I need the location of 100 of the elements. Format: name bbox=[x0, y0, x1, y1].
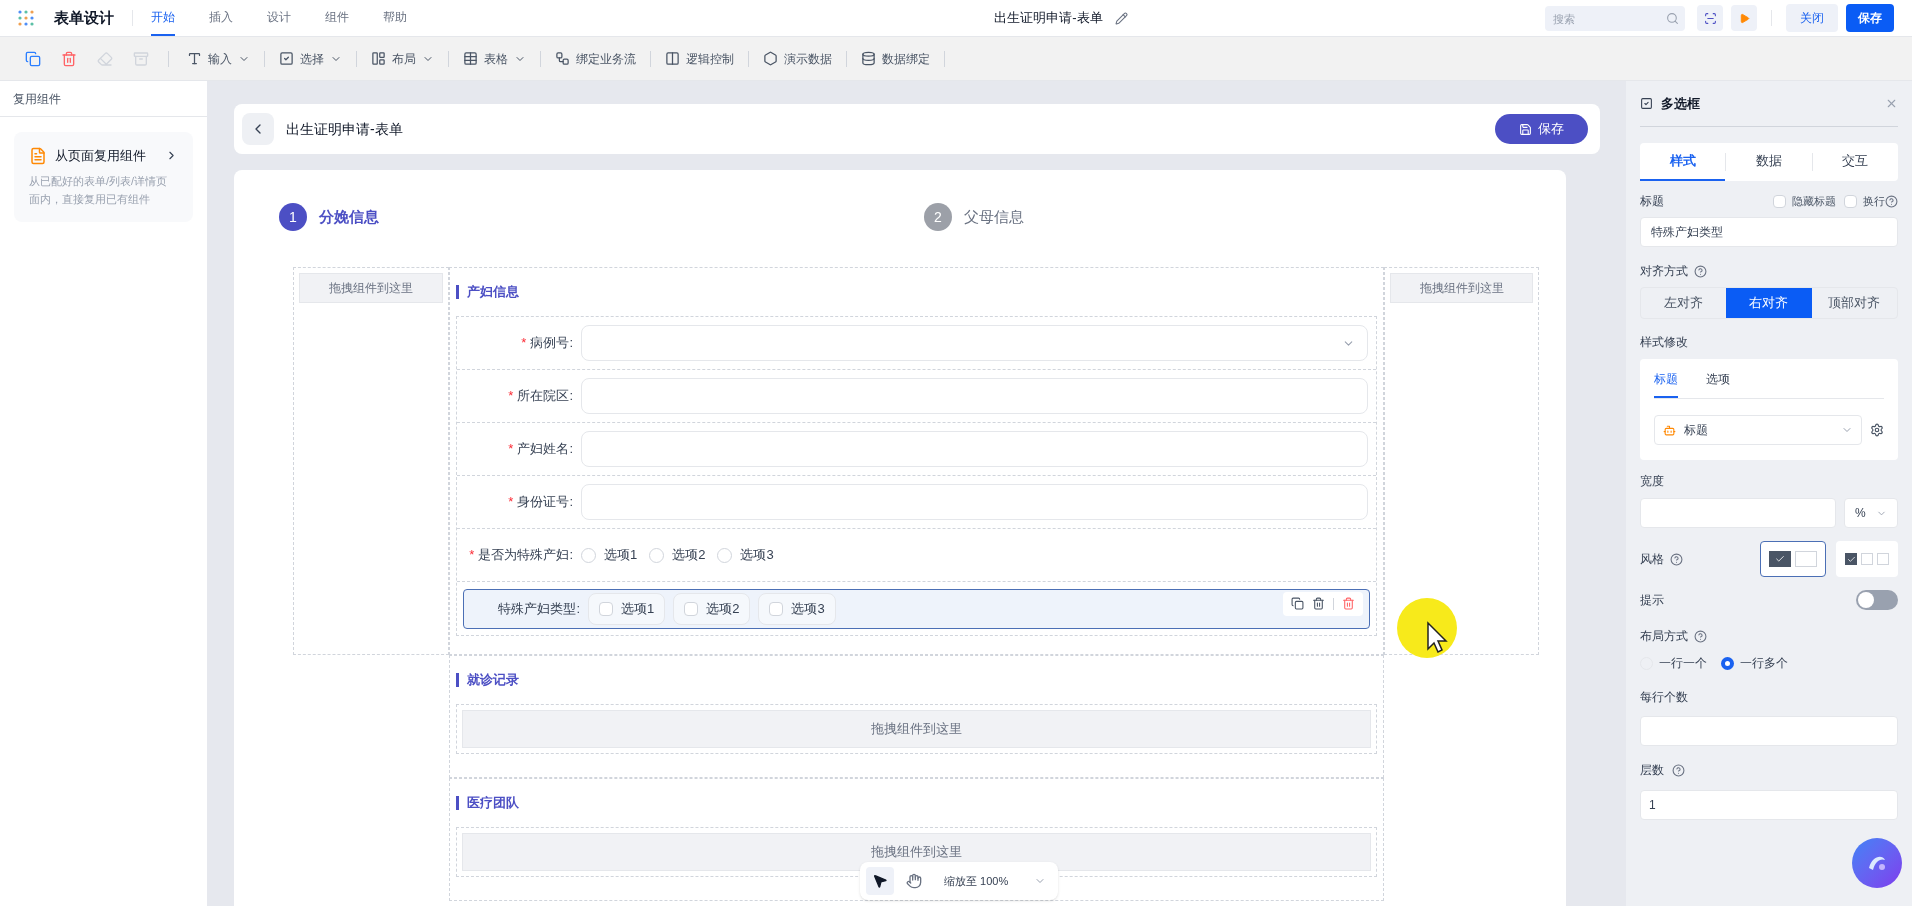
pointer-icon bbox=[872, 873, 888, 889]
checkbox-icon bbox=[1640, 97, 1653, 110]
close-button[interactable]: 关闭 bbox=[1786, 4, 1838, 32]
search-field[interactable]: 搜索 bbox=[1545, 6, 1685, 31]
checkbox-option[interactable]: 选项2 bbox=[673, 592, 751, 625]
checked-box-icon bbox=[1845, 553, 1857, 565]
menu-tab[interactable]: 组件 bbox=[325, 0, 349, 36]
sidebar-title: 复用组件 bbox=[13, 90, 61, 108]
select-field[interactable] bbox=[581, 325, 1368, 361]
drop-zone: 拖拽组件到这里 bbox=[462, 710, 1371, 748]
style-tab[interactable]: 标题 bbox=[1654, 370, 1678, 398]
input-field[interactable]: 特殊产妇类型 bbox=[1640, 217, 1898, 247]
checkbox-option[interactable]: 选项1 bbox=[588, 592, 666, 625]
step-number[interactable]: 1 bbox=[279, 203, 307, 231]
field-label: 标题 bbox=[1640, 193, 1665, 210]
input-field[interactable] bbox=[581, 378, 1368, 414]
empty-box-icon bbox=[1861, 553, 1873, 565]
document-title: 出生证明申请-表单 bbox=[994, 9, 1103, 28]
toolbar-item[interactable]: 逻辑控制 bbox=[661, 45, 738, 72]
field-label: 提示 bbox=[1640, 592, 1665, 609]
menu-tab[interactable]: 帮助 bbox=[383, 0, 407, 36]
hexagon-icon bbox=[763, 51, 778, 66]
input-field[interactable] bbox=[581, 484, 1368, 520]
toolbar-item[interactable]: 选择 bbox=[275, 45, 346, 72]
eraser-icon bbox=[97, 50, 113, 67]
zoom-level: 缩放至 100% bbox=[944, 873, 1010, 889]
copy-icon[interactable] bbox=[1291, 597, 1304, 610]
step-label[interactable]: 分娩信息 bbox=[319, 205, 379, 229]
toggle-switch[interactable] bbox=[1856, 590, 1898, 610]
section-title: 就诊记录 bbox=[467, 671, 519, 690]
field-label: 对齐方式 bbox=[1640, 263, 1688, 280]
segment-button[interactable]: 左对齐 bbox=[1641, 288, 1727, 318]
pointer-tool[interactable] bbox=[866, 867, 894, 895]
panel-tab[interactable]: 样式 bbox=[1640, 143, 1726, 181]
archive-icon bbox=[133, 50, 149, 67]
input-field[interactable] bbox=[1640, 498, 1836, 528]
edit-icon[interactable] bbox=[1114, 11, 1128, 25]
field-label: 病例号: bbox=[530, 334, 573, 353]
help-icon bbox=[1694, 629, 1707, 643]
text-icon bbox=[187, 51, 202, 66]
menu-tab[interactable]: 插入 bbox=[209, 0, 233, 36]
scan-button[interactable] bbox=[1697, 5, 1723, 31]
panel-tab[interactable]: 数据 bbox=[1726, 143, 1812, 181]
floating-app-button[interactable] bbox=[1852, 838, 1902, 888]
required-mark: * bbox=[469, 546, 475, 565]
hand-icon bbox=[906, 873, 922, 889]
radio-label: 一行多个 bbox=[1740, 655, 1788, 672]
drop-zone: 拖拽组件到这里 bbox=[462, 833, 1371, 871]
scan-icon bbox=[1703, 11, 1717, 25]
help-icon bbox=[1672, 763, 1685, 777]
save-button[interactable]: 保存 bbox=[1846, 4, 1894, 32]
checkbox[interactable] bbox=[1844, 194, 1857, 208]
option-label: 选项1 bbox=[604, 546, 638, 565]
toolbar-item[interactable]: 表格 bbox=[459, 45, 530, 72]
toolbar-item[interactable]: 演示数据 bbox=[759, 45, 836, 72]
back-button[interactable] bbox=[242, 113, 274, 145]
style-tab[interactable]: 选项 bbox=[1706, 370, 1730, 398]
style-option[interactable] bbox=[1836, 541, 1898, 577]
apps-icon[interactable] bbox=[18, 10, 34, 26]
segment-button[interactable]: 顶部对齐 bbox=[1811, 288, 1897, 318]
field-label: 每行个数 bbox=[1640, 689, 1689, 706]
unit-select[interactable]: % bbox=[1844, 498, 1898, 528]
required-mark: * bbox=[508, 387, 514, 406]
card-description: 从已配好的表单/列表/详情页面内，直接复用已有组件 bbox=[29, 173, 169, 207]
required-mark: * bbox=[508, 493, 514, 512]
radio-label: 一行一个 bbox=[1659, 655, 1707, 672]
toolbar-item[interactable]: 布局 bbox=[367, 45, 438, 72]
toolbar-item[interactable]: 输入 bbox=[183, 45, 254, 72]
menu-tab[interactable]: 设计 bbox=[267, 0, 291, 36]
card-title: 从页面复用组件 bbox=[55, 147, 147, 165]
form-title: 出生证明申请-表单 bbox=[286, 119, 404, 139]
step-label[interactable]: 父母信息 bbox=[964, 205, 1024, 229]
delete-icon[interactable] bbox=[1312, 597, 1325, 610]
document-icon bbox=[29, 146, 47, 165]
save-button[interactable]: 保存 bbox=[1495, 114, 1588, 144]
checked-box-icon bbox=[1769, 551, 1791, 567]
required-mark: * bbox=[508, 440, 514, 459]
field-label: 风格 bbox=[1640, 551, 1664, 568]
style-option[interactable] bbox=[1760, 541, 1826, 577]
checkbox[interactable] bbox=[1773, 194, 1786, 208]
checkbox-option[interactable]: 选项3 bbox=[758, 592, 836, 625]
toolbar-item[interactable]: 数据绑定 bbox=[857, 45, 934, 72]
select-field[interactable]: 标题 bbox=[1654, 415, 1862, 445]
panel-title: 多选框 bbox=[1661, 94, 1701, 113]
close-icon[interactable] bbox=[1885, 97, 1898, 110]
reuse-card[interactable]: 从页面复用组件 从已配好的表单/列表/详情页面内，直接复用已有组件 bbox=[14, 132, 193, 222]
panel-tab[interactable]: 交互 bbox=[1812, 143, 1898, 181]
app-title: 表单设计 bbox=[54, 7, 114, 28]
settings-icon[interactable] bbox=[1870, 423, 1884, 437]
input-field[interactable] bbox=[581, 431, 1368, 467]
field-label: 身份证号: bbox=[517, 493, 573, 512]
input-field[interactable]: 1 bbox=[1640, 790, 1898, 820]
cursor-highlight-icon bbox=[1396, 597, 1458, 659]
play-button[interactable] bbox=[1731, 5, 1757, 31]
delete-icon[interactable] bbox=[1342, 597, 1355, 610]
toolbar-item[interactable]: 绑定业务流 bbox=[551, 45, 640, 72]
input-field[interactable] bbox=[1640, 716, 1898, 746]
field-label: 布局方式 bbox=[1640, 628, 1688, 645]
radio-button[interactable] bbox=[1721, 656, 1734, 670]
segment-button[interactable]: 右对齐 bbox=[1726, 288, 1812, 318]
